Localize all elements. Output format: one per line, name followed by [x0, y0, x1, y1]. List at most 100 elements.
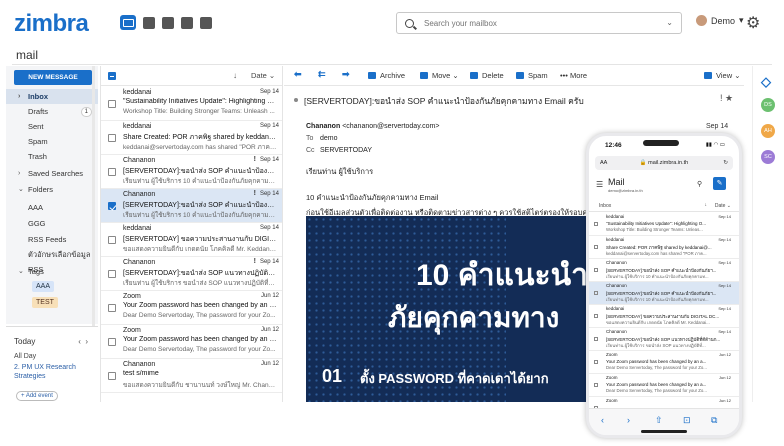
add-event-button[interactable]: + Add event — [16, 391, 58, 401]
row-checkbox[interactable] — [108, 168, 116, 176]
contact-avatar-ds[interactable]: DS — [761, 98, 775, 112]
reload-icon[interactable]: ↻ — [723, 156, 728, 170]
calendar-today-label[interactable]: Today — [14, 337, 35, 346]
saved-searches-toggle[interactable]: › Saved Searches — [6, 166, 98, 181]
from-name[interactable]: Chananon — [306, 123, 340, 130]
chevron-down-icon[interactable]: ⌄ — [666, 18, 673, 27]
search-input[interactable] — [424, 18, 654, 28]
list-item[interactable]: Chananon Jun 12 test s/mime ขอแสดงความยินดี… — [101, 359, 282, 393]
list-item[interactable]: Zoom Jun 12 Your Zoom password has been ch… — [101, 291, 282, 325]
list-item[interactable]: Chananon! Sep 14 [SERVERTODAY]:ขอนำส่ง SOP… — [101, 189, 282, 223]
phone-row-checkbox[interactable] — [594, 337, 598, 341]
calendar-app-icon[interactable] — [143, 16, 155, 29]
forward-nav-icon[interactable]: › — [627, 415, 630, 425]
cc-recipient[interactable]: SERVERTODAY — [320, 147, 372, 154]
phone-sort-dropdown[interactable]: Date ⌄ — [715, 203, 731, 209]
folder-sent[interactable]: Sent — [6, 119, 98, 134]
phone-row-checkbox[interactable] — [594, 245, 598, 249]
delete-button[interactable]: Delete — [470, 71, 504, 80]
folders-toggle[interactable]: ⌄ Folders — [6, 182, 98, 197]
share-icon[interactable]: ⇧ — [655, 415, 663, 426]
phone-list-item[interactable]: Zoom Jun 12 Your Zoom password has been ch… — [589, 374, 739, 397]
flag-icon[interactable]: ! — [254, 190, 256, 197]
briefcase-app-icon[interactable] — [162, 16, 174, 29]
arrow-down-icon[interactable]: ↓ — [233, 71, 237, 80]
chat-app-icon[interactable] — [181, 16, 193, 29]
folder-ggg[interactable]: GGG — [6, 216, 98, 231]
phone-row-checkbox[interactable] — [594, 314, 598, 318]
folder-trash[interactable]: Trash — [6, 149, 98, 164]
tag-test[interactable]: TEST — [32, 297, 58, 308]
from-email[interactable]: <chananon@servertoday.com> — [342, 123, 439, 130]
phone-list-item[interactable]: keddanai Sep 14 Share Created: POR ภาคพิฐ … — [589, 236, 739, 259]
phone-row-checkbox[interactable] — [594, 291, 598, 295]
spam-button[interactable]: Spam — [516, 71, 548, 80]
row-checkbox[interactable] — [108, 372, 116, 380]
row-checkbox[interactable] — [108, 236, 116, 244]
folder-rss-feeds[interactable]: RSS Feeds — [6, 232, 98, 247]
flag-icon[interactable]: ! — [254, 156, 256, 163]
folder-inbox[interactable]: › Inbox — [6, 89, 98, 104]
tabs-icon[interactable]: ⧉ — [711, 415, 717, 426]
phone-list-item[interactable]: Chananon Sep 14 [SERVERTODAY]:ขอนำส่ง SOP … — [589, 282, 739, 305]
list-item[interactable]: Chananon! Sep 14 [SERVERTODAY]:ขอนำส่ง SOP… — [101, 257, 282, 291]
back-icon[interactable]: ‹ — [601, 415, 604, 425]
reply-icon[interactable]: ⬅ — [294, 69, 302, 80]
bookmarks-icon[interactable]: ⊡ — [683, 415, 691, 426]
phone-row-checkbox[interactable] — [594, 360, 598, 364]
folder-spam[interactable]: Spam — [6, 134, 98, 149]
user-menu[interactable]: Demo ▾ — [696, 15, 744, 26]
list-item[interactable]: keddanai Sep 14 Share Created: POR ภาคพิฐ … — [101, 121, 282, 155]
phone-compose-icon[interactable]: ✎ — [713, 177, 726, 190]
phone-list-item[interactable]: keddanai Sep 14 "Sustainability Initiative… — [589, 213, 739, 236]
row-checkbox[interactable] — [108, 134, 116, 142]
folder-rss-thai[interactable]: ตัวอักษรเลือกข้อมูล RSS — [6, 247, 98, 274]
forward-icon[interactable]: ➡ — [342, 69, 350, 80]
sort-dropdown[interactable]: Date ⌄ — [251, 71, 275, 80]
reply-all-icon[interactable]: ⇇ — [318, 69, 326, 80]
hamburger-menu-icon[interactable]: ☰ — [596, 180, 603, 189]
new-message-button[interactable]: NEW MESSAGE — [14, 70, 92, 85]
phone-list-item[interactable]: Chananon Sep 14 [SERVERTODAY]:ขอนำส่ง SOP … — [589, 328, 739, 351]
phone-row-checkbox[interactable] — [594, 268, 598, 272]
mail-app-icon[interactable] — [120, 15, 136, 30]
row-checkbox[interactable] — [108, 270, 116, 278]
phone-row-checkbox[interactable] — [594, 383, 598, 387]
contact-avatar-sc[interactable]: SC — [761, 150, 775, 164]
phone-list-item[interactable]: keddanai Sep 14 [SERVERTODAY] ขอความประสาน… — [589, 305, 739, 328]
calendar-nav-arrows-icon[interactable]: ‹ › — [78, 337, 88, 346]
row-checkbox[interactable] — [108, 100, 116, 108]
folder-aaa[interactable]: AAA — [6, 200, 98, 215]
phone-url-bar[interactable]: AA 🔒 mail.zimbra.in.th ↻ — [595, 156, 733, 170]
contact-avatar-ah[interactable]: AH — [761, 124, 775, 138]
list-item[interactable]: Zoom Jun 12 Your Zoom password has been ch… — [101, 325, 282, 359]
more-button[interactable]: ••• More — [560, 71, 587, 80]
row-checkbox[interactable] — [108, 338, 116, 346]
phone-arrow-down-icon[interactable]: ↓ — [705, 202, 708, 208]
move-button[interactable]: Move ⌄ — [420, 71, 459, 80]
to-recipient[interactable]: demo — [320, 135, 338, 142]
list-item[interactable]: Chananon! Sep 14 [SERVERTODAY]:ขอนำส่ง SOP… — [101, 155, 282, 189]
select-all-checkbox[interactable] — [108, 72, 116, 80]
contacts-app-icon[interactable] — [200, 16, 212, 29]
phone-search-icon[interactable]: ⚲ — [697, 180, 702, 188]
flag-icon[interactable]: ! — [254, 258, 256, 265]
row-checkbox[interactable] — [108, 202, 116, 210]
tags-toggle[interactable]: ⌄ Tags — [6, 264, 98, 279]
calendar-event[interactable]: 2. PM UX Research Strategies — [14, 363, 94, 381]
search-box[interactable]: ⌄ — [396, 12, 682, 34]
phone-row-checkbox[interactable] — [594, 222, 598, 226]
gear-icon[interactable]: ⚙ — [746, 13, 760, 33]
folder-drafts[interactable]: Drafts 1 — [6, 104, 98, 119]
reader-aa-button[interactable]: AA — [600, 156, 607, 170]
flag-star-icons[interactable]: ! ★ — [720, 93, 733, 104]
zimlet-icon[interactable]: ◇ — [761, 74, 775, 89]
row-checkbox[interactable] — [108, 304, 116, 312]
tag-aaa[interactable]: AAA — [32, 281, 55, 292]
view-button[interactable]: View ⌄ — [704, 71, 741, 80]
list-item[interactable]: keddanai Sep 14 "Sustainability Initiative… — [101, 87, 282, 121]
list-item[interactable]: keddanai Sep 14 [SERVERTODAY] ขอความประสาน… — [101, 223, 282, 257]
phone-list-item[interactable]: Zoom Jun 12 Your Zoom password has been ch… — [589, 351, 739, 374]
phone-list-item[interactable]: Chananon Sep 14 [SERVERTODAY]:ขอนำส่ง SOP … — [589, 259, 739, 282]
archive-button[interactable]: Archive — [368, 71, 405, 80]
